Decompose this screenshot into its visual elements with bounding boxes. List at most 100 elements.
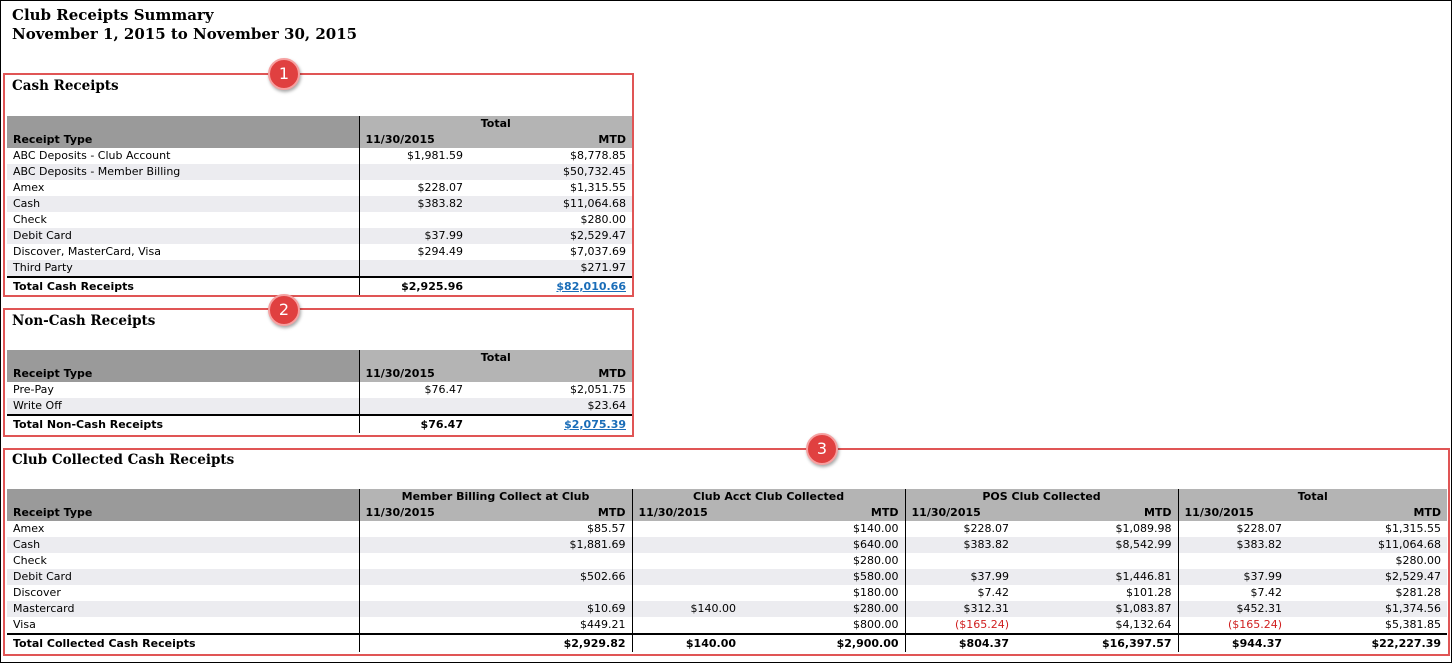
amount-cell: $50,732.45 [469,164,632,180]
amount-cell [632,569,743,585]
total-amount: $2,900.00 [742,633,906,652]
amount-cell: $281.28 [1288,585,1448,601]
amount-cell: $37.99 [1178,569,1289,585]
amount-cell [359,553,469,569]
amount-cell: $4,132.64 [1015,617,1179,634]
amount-cell: $5,381.85 [1288,617,1448,634]
amount-cell [905,553,1016,569]
table-row: Debit Card $37.99 $2,529.47 [7,228,632,244]
group-header-pos: POS Club Collected [905,489,1179,505]
amount-cell: $140.00 [742,521,906,537]
amount-cell: $383.82 [359,196,469,212]
amount-cell: $312.31 [905,601,1016,617]
amount-cell: $800.00 [742,617,906,634]
amount-cell [359,260,469,277]
amount-cell [359,212,469,228]
amount-cell [632,585,743,601]
amount-cell: $280.00 [742,601,906,617]
amount-cell: $1,089.98 [1015,521,1179,537]
total-mtd-cell: $2,075.39 [469,414,632,433]
total-amount: $140.00 [632,633,743,652]
receipt-type-cell: Cash [7,537,360,553]
group-header: Total [359,350,632,366]
col-date: 11/30/2015 [359,366,469,382]
cash-receipts-table: Total Receipt Type 11/30/2015 MTD ABC De… [7,116,632,295]
amount-cell [632,537,743,553]
amount-cell [359,601,469,617]
amount-cell: $10.69 [469,601,633,617]
table-row: Third Party $271.97 [7,260,632,277]
amount-cell [359,398,469,415]
amount-cell [1178,553,1289,569]
amount-cell: $1,315.55 [1288,521,1448,537]
receipt-type-cell: Write Off [7,398,360,415]
total-amount: $22,227.39 [1288,633,1448,652]
amount-cell: $1,981.59 [359,148,469,164]
receipt-type-cell: Amex [7,180,360,196]
receipt-type-cell: Amex [7,521,360,537]
receipt-type-cell: Mastercard [7,601,360,617]
amount-cell [469,585,633,601]
receipt-type-cell: Pre-Pay [7,382,360,398]
amount-cell: $1,315.55 [469,180,632,196]
table-row: Visa $449.21 $800.00 ($165.24) $4,132.64 ($16… [7,617,1448,634]
total-amount [359,633,469,652]
col-receipt-type: Receipt Type [7,505,360,521]
col-date: 11/30/2015 [632,505,743,521]
amount-cell: $271.97 [469,260,632,277]
total-amount: $944.37 [1178,633,1289,652]
col-date: 11/30/2015 [905,505,1016,521]
amount-cell: $280.00 [1288,553,1448,569]
group-header-total: Total [1178,489,1448,505]
amount-cell: $280.00 [742,553,906,569]
amount-cell: $1,446.81 [1015,569,1179,585]
total-mtd-link[interactable]: $82,010.66 [556,280,626,293]
amount-cell: $101.28 [1015,585,1179,601]
cash-receipts-section: Cash Receipts Total Receipt Type 11/30/2… [3,73,634,297]
table-row: Debit Card $502.66 $580.00 $37.99 $1,446.81 $… [7,569,1448,585]
total-amount: $76.47 [359,414,469,433]
col-mtd: MTD [469,132,632,148]
table-row: Amex $228.07 $1,315.55 [7,180,632,196]
callout-badge-2: 2 [268,294,300,326]
group-header: Total [359,116,632,132]
amount-cell: $228.07 [359,180,469,196]
group-header-member-billing: Member Billing Collect at Club [359,489,633,505]
table-row: Cash $383.82 $11,064.68 [7,196,632,212]
receipt-type-cell: Cash [7,196,360,212]
table-row: Discover $180.00 $7.42 $101.28 $7.42 $281.28 [7,585,1448,601]
amount-cell: $1,374.56 [1288,601,1448,617]
amount-cell: $8,542.99 [1015,537,1179,553]
report-date-range: November 1, 2015 to November 30, 2015 [12,25,358,43]
table-row: Discover, MasterCard, Visa $294.49 $7,037.… [7,244,632,260]
callout-badge-1: 1 [268,58,300,90]
cash-receipts-title: Cash Receipts [12,78,119,94]
amount-cell [469,553,633,569]
non-cash-receipts-title: Non-Cash Receipts [12,313,156,329]
total-mtd-link[interactable]: $2,075.39 [564,418,626,431]
amount-cell: $7,037.69 [469,244,632,260]
amount-cell: $23.64 [469,398,632,415]
club-collected-table: Member Billing Collect at Club Club Acct… [7,489,1448,652]
total-amount: $2,929.82 [469,633,633,652]
receipt-type-cell: Check [7,553,360,569]
col-receipt-type: Receipt Type [7,132,360,148]
amount-cell: $383.82 [1178,537,1289,553]
amount-cell: $85.57 [469,521,633,537]
club-collected-title: Club Collected Cash Receipts [12,452,235,468]
total-label: Total Non-Cash Receipts [7,414,360,433]
amount-cell: $294.49 [359,244,469,260]
col-mtd: MTD [1015,505,1179,521]
table-row: Write Off $23.64 [7,398,632,415]
amount-cell: $228.07 [905,521,1016,537]
amount-cell: $140.00 [632,601,743,617]
amount-cell: $640.00 [742,537,906,553]
amount-cell: $2,529.47 [469,228,632,244]
amount-cell [359,569,469,585]
receipt-type-cell: Discover, MasterCard, Visa [7,244,360,260]
col-date: 11/30/2015 [359,132,469,148]
amount-cell: $280.00 [469,212,632,228]
total-row: Total Non-Cash Receipts $76.47 $2,075.39 [7,414,632,433]
total-label: Total Collected Cash Receipts [7,633,360,652]
amount-cell: $180.00 [742,585,906,601]
